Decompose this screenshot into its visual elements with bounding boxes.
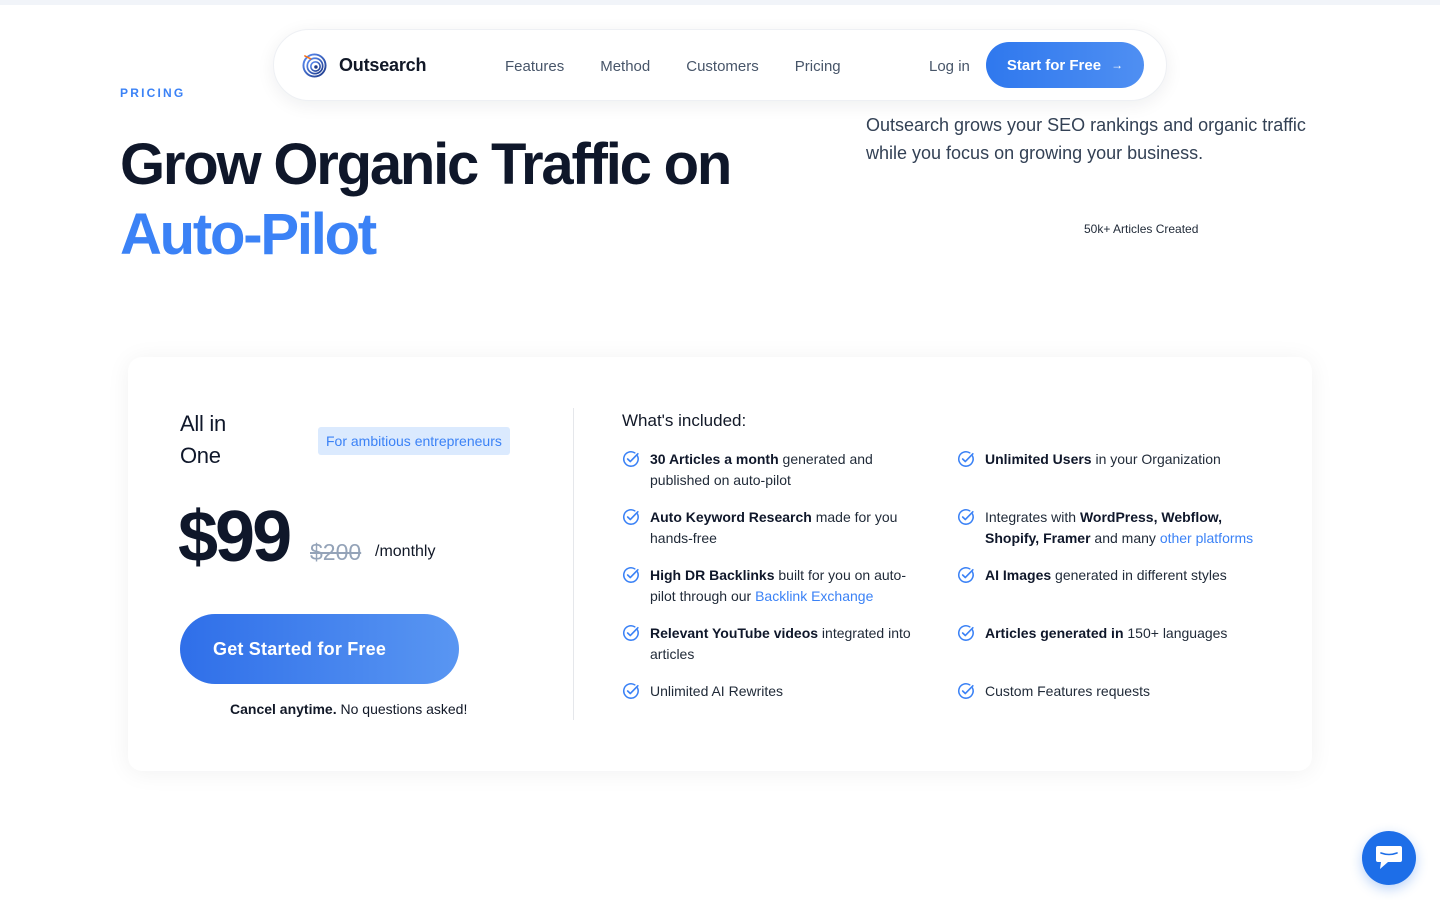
- feature-item: Relevant YouTube videos integrated into …: [622, 623, 922, 665]
- feature-text: Articles generated in 150+ languages: [985, 623, 1227, 644]
- check-circle-icon: [957, 451, 974, 467]
- plan-price: $99: [178, 497, 292, 577]
- plan-badge: For ambitious entrepreneurs: [318, 427, 510, 455]
- card-divider: [573, 408, 574, 720]
- check-circle-icon: [622, 509, 639, 525]
- nav-link-method[interactable]: Method: [600, 58, 650, 75]
- start-for-free-label: Start for Free: [1006, 56, 1102, 74]
- check-circle-icon: [622, 451, 639, 467]
- cancel-note-rest: No questions asked!: [336, 701, 468, 717]
- feature-item: Integrates with WordPress, Webflow, Shop…: [957, 507, 1277, 549]
- arrow-right-icon: →: [1111, 58, 1124, 72]
- articles-created-stat: 50k+ Articles Created: [1084, 222, 1199, 236]
- feature-text: Integrates with WordPress, Webflow, Shop…: [985, 507, 1277, 549]
- feature-bold: Articles generated in: [985, 625, 1124, 641]
- feature-bold: 30 Articles a month: [650, 451, 779, 467]
- feature-pre: Integrates with: [985, 509, 1080, 525]
- feature-bold: Unlimited Users: [985, 451, 1092, 467]
- feature-text: Auto Keyword Research made for you hands…: [650, 507, 912, 549]
- concentric-target-icon: [302, 53, 327, 78]
- check-circle-icon: [957, 625, 974, 641]
- feature-bold: High DR Backlinks: [650, 567, 775, 583]
- check-circle-icon: [957, 683, 974, 699]
- chat-bubble-icon: [1376, 846, 1402, 869]
- plan-name: All in One: [180, 408, 226, 472]
- feature-bold: Relevant YouTube videos: [650, 625, 819, 641]
- feature-text: AI Images generated in different styles: [985, 565, 1227, 586]
- nav-link-features[interactable]: Features: [505, 58, 564, 75]
- feature-rest: Unlimited AI Rewrites: [650, 683, 784, 699]
- feature-item: Articles generated in 150+ languages: [957, 623, 1277, 644]
- feature-item: High DR Backlinks built for you on auto-…: [622, 565, 912, 607]
- plan-name-line2: One: [180, 443, 221, 468]
- feature-item: AI Images generated in different styles: [957, 565, 1277, 586]
- hero-description: Outsearch grows your SEO rankings and or…: [866, 115, 1306, 163]
- feature-rest: generated in different styles: [1051, 567, 1227, 583]
- check-circle-icon: [622, 625, 639, 641]
- hero-title: Grow Organic Traffic on Auto-Pilot: [120, 130, 732, 270]
- feature-rest: in your Organization: [1091, 451, 1221, 467]
- section-eyebrow: PRICING: [120, 86, 186, 100]
- feature-text: High DR Backlinks built for you on auto-…: [650, 565, 912, 607]
- feature-item: Auto Keyword Research made for you hands…: [622, 507, 912, 549]
- check-circle-icon: [957, 509, 974, 525]
- feature-text: Custom Features requests: [985, 681, 1150, 702]
- plan-period: /monthly: [375, 543, 436, 560]
- included-title: What's included:: [622, 411, 747, 430]
- login-link[interactable]: Log in: [929, 30, 970, 102]
- other-platforms-link[interactable]: other platforms: [1160, 530, 1253, 546]
- nav-links: Features Method Customers Pricing: [505, 30, 841, 102]
- start-for-free-button[interactable]: Start for Free →: [986, 42, 1144, 88]
- backlink-exchange-link[interactable]: Backlink Exchange: [755, 588, 873, 604]
- plan-old-price: $200: [310, 539, 362, 565]
- cancel-note-bold: Cancel anytime.: [230, 701, 337, 717]
- cancel-note: Cancel anytime. No questions asked!: [230, 701, 467, 717]
- main-navbar: Outsearch Features Method Customers Pric…: [273, 29, 1167, 101]
- feature-item: Unlimited AI Rewrites: [622, 681, 912, 702]
- feature-text: 30 Articles a month generated and publis…: [650, 449, 912, 491]
- nav-link-pricing[interactable]: Pricing: [795, 58, 841, 75]
- feature-bold: AI Images: [985, 567, 1052, 583]
- get-started-button[interactable]: Get Started for Free: [180, 614, 459, 684]
- feature-bold: Auto Keyword Research: [650, 509, 812, 525]
- check-circle-icon: [957, 567, 974, 583]
- feature-item: Custom Features requests: [957, 681, 1277, 702]
- hero-title-line1: Grow Organic Traffic on: [120, 132, 732, 197]
- check-circle-icon: [622, 683, 639, 699]
- feature-text: Relevant YouTube videos integrated into …: [650, 623, 922, 665]
- brand-name: Outsearch: [339, 55, 427, 75]
- chat-launcher-button[interactable]: [1362, 831, 1416, 885]
- feature-text: Unlimited AI Rewrites: [650, 681, 783, 702]
- hero-title-line2: Auto-Pilot: [120, 202, 377, 267]
- feature-rest: Custom Features requests: [985, 683, 1150, 699]
- brand-logo-link[interactable]: Outsearch: [302, 53, 426, 78]
- check-circle-icon: [622, 567, 639, 583]
- feature-rest: and many: [1090, 530, 1160, 546]
- top-strip: [0, 0, 1440, 5]
- nav-link-customers[interactable]: Customers: [686, 58, 759, 75]
- pricing-card: All in One For ambitious entrepreneurs $…: [128, 357, 1312, 771]
- feature-text: Unlimited Users in your Organization: [985, 449, 1221, 470]
- feature-item: 30 Articles a month generated and publis…: [622, 449, 912, 491]
- feature-rest: 150+ languages: [1123, 625, 1228, 641]
- plan-name-line1: All in: [180, 411, 226, 436]
- feature-item: Unlimited Users in your Organization: [957, 449, 1277, 470]
